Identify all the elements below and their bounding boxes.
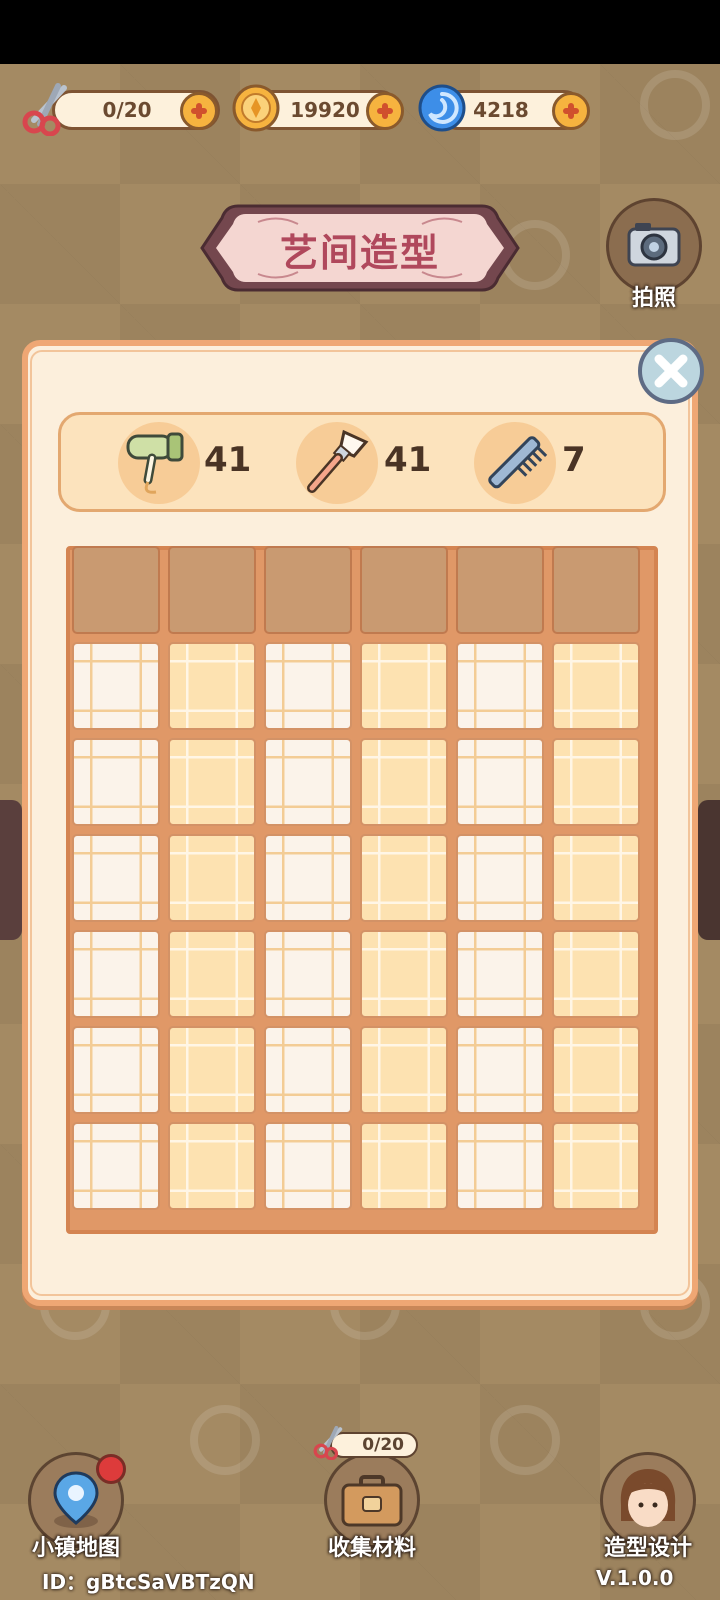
grid-cell[interactable] [264,930,352,1018]
grid-cell[interactable] [456,930,544,1018]
comb-icon [488,436,548,489]
grid-cell[interactable] [72,834,160,922]
town-map-label: 小镇地图 [31,1536,120,1561]
sun-decoration [640,70,710,140]
grid-cell[interactable] [360,1026,448,1114]
sun-decoration [190,1405,260,1475]
grid-cell[interactable] [360,834,448,922]
grid-cell[interactable] [72,738,160,826]
version-label: V.1.0.0 [596,1566,674,1590]
grid-cell[interactable] [168,642,256,730]
collect-materials-label: 收集材料 [327,1536,416,1561]
grid-header-cell [360,546,448,634]
grid-cell[interactable] [552,834,640,922]
grid-cell[interactable] [552,738,640,826]
grid-header-cell [264,546,352,634]
notification-badge [96,1454,126,1484]
grid-cell[interactable] [552,642,640,730]
mannequin-left [0,800,22,940]
grid-cell[interactable] [72,930,160,1018]
grid-cell[interactable] [456,738,544,826]
scissors-icon [22,83,67,136]
grid-header-cell [168,546,256,634]
grid-cell[interactable] [456,1026,544,1114]
close-icon [654,354,688,388]
grid-cell[interactable] [456,1122,544,1210]
grid-cell[interactable] [264,1122,352,1210]
style-design-label: 造型设计 [603,1536,692,1561]
grid-cell[interactable] [552,1026,640,1114]
user-id: ID：gBtcSaVBTzQN [42,1570,255,1594]
grid-cell[interactable] [72,1026,160,1114]
camera-label: 拍照 [631,286,676,311]
status-bar [0,0,720,64]
grid-cell[interactable] [264,738,352,826]
coin-value: 19920 [290,98,360,122]
collect-counter-value: 0/20 [362,1435,404,1455]
grid-cell[interactable] [168,738,256,826]
grid-cell[interactable] [456,834,544,922]
grid-cell[interactable] [552,930,640,1018]
grid-cell[interactable] [264,834,352,922]
grid-cell[interactable] [264,642,352,730]
grid-cell[interactable] [168,1122,256,1210]
grid-cell[interactable] [456,642,544,730]
grid-cell[interactable] [360,1122,448,1210]
close-button[interactable] [638,338,704,404]
grid-cell[interactable] [360,930,448,1018]
grid-cell[interactable] [72,642,160,730]
grid-cell[interactable] [360,738,448,826]
grid-header-cell [456,546,544,634]
grid-cell[interactable] [360,642,448,730]
page-title: 艺间造型 [279,231,440,275]
add-coins-button[interactable] [366,92,404,130]
hair-dryer-count: 41 [204,440,252,480]
scissors-small-icon [313,1425,343,1460]
add-gems-button[interactable] [552,92,590,130]
coin-icon [232,84,280,132]
grid-cell[interactable] [72,1122,160,1210]
grid-header-cell [72,546,160,634]
scissors-value: 0/20 [102,98,152,122]
comb-count: 7 [562,440,586,480]
grid-cell[interactable] [168,930,256,1018]
mannequin-right [698,800,720,940]
blue-swirl-icon [418,84,466,132]
sun-decoration [490,1405,560,1475]
camera-icon [627,223,681,267]
grid-header-cell [552,546,640,634]
grid-cell[interactable] [552,1122,640,1210]
hair-dryer-icon [126,432,184,494]
grid-cell[interactable] [264,1026,352,1114]
add-scissors-button[interactable] [180,92,218,130]
grid-cell[interactable] [168,834,256,922]
grid-cell[interactable] [168,1026,256,1114]
makeup-brush-count: 41 [384,440,432,480]
makeup-brush-icon [307,429,369,493]
